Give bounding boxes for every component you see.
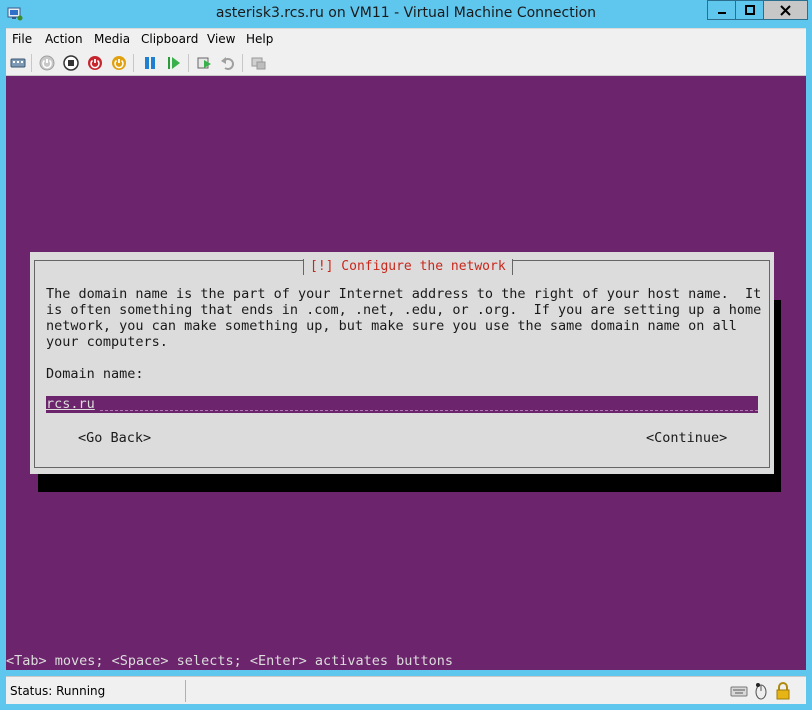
toolbar-separator	[133, 54, 134, 72]
enhanced-session-icon[interactable]	[249, 54, 267, 72]
turn-off-icon[interactable]	[62, 54, 80, 72]
minimize-icon	[717, 12, 726, 14]
menu-help[interactable]: Help	[246, 32, 273, 46]
domain-name-field-underline	[100, 410, 758, 411]
vm-connection-window: asterisk3.rcs.ru on VM11 - Virtual Machi…	[0, 0, 812, 710]
menu-bar: File Action Media Clipboard View Help	[6, 28, 806, 50]
menu-action[interactable]: Action	[45, 32, 83, 46]
mouse-icon	[752, 682, 770, 700]
maximize-button[interactable]	[735, 0, 763, 20]
close-button[interactable]	[763, 0, 808, 20]
menu-media[interactable]: Media	[94, 32, 130, 46]
menu-file[interactable]: File	[12, 32, 32, 46]
status-bar: Status: Running	[6, 676, 806, 704]
start-icon[interactable]	[38, 54, 56, 72]
status-text: Status: Running	[10, 684, 106, 698]
menu-clipboard[interactable]: Clipboard	[141, 32, 198, 46]
dialog-description: The domain name is the part of your Inte…	[46, 286, 762, 350]
checkpoint-icon[interactable]	[195, 54, 213, 72]
resume-icon[interactable]	[165, 54, 183, 72]
vm-console-screen[interactable]: [!] Configure the network The domain nam…	[6, 76, 806, 670]
shut-down-icon[interactable]	[86, 54, 104, 72]
revert-icon[interactable]	[219, 54, 237, 72]
maximize-icon	[744, 5, 755, 15]
ctrl-alt-del-icon[interactable]	[9, 54, 27, 72]
pause-icon[interactable]	[141, 54, 159, 72]
minimize-button[interactable]	[707, 0, 735, 20]
continue-button[interactable]: <Continue>	[646, 430, 727, 446]
window-title: asterisk3.rcs.ru on VM11 - Virtual Machi…	[215, 5, 597, 21]
dialog-title: [!] Configure the network	[303, 259, 513, 275]
toolbar-separator	[188, 54, 189, 72]
title-bar: asterisk3.rcs.ru on VM11 - Virtual Machi…	[0, 0, 812, 28]
domain-name-label: Domain name:	[46, 366, 144, 382]
keyboard-icon	[730, 682, 748, 700]
toolbar-separator	[242, 54, 243, 72]
power-icon[interactable]	[110, 54, 128, 72]
menu-view[interactable]: View	[207, 32, 235, 46]
lock-icon	[774, 682, 792, 700]
toolbar	[6, 50, 806, 76]
status-separator	[185, 680, 186, 702]
close-icon	[780, 4, 791, 16]
domain-name-field[interactable]: rcs.ru	[46, 396, 758, 413]
keyboard-help-line: <Tab> moves; <Space> selects; <Enter> ac…	[6, 653, 454, 669]
configure-network-dialog: [!] Configure the network The domain nam…	[30, 252, 774, 474]
domain-name-value[interactable]: rcs.ru	[46, 396, 95, 413]
toolbar-separator	[31, 54, 32, 72]
go-back-button[interactable]: <Go Back>	[78, 430, 151, 446]
